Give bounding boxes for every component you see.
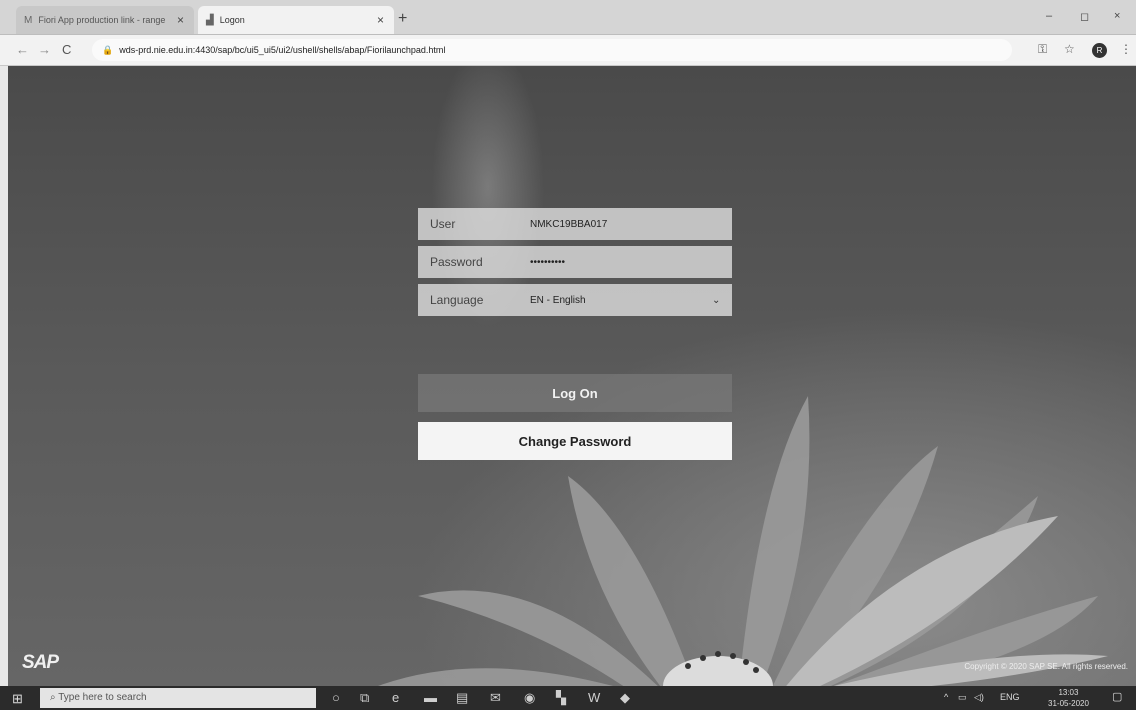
gmail-icon: M xyxy=(24,14,33,26)
key-icon[interactable]: ⚿ xyxy=(1038,42,1047,57)
sap-logo: SAP xyxy=(22,652,59,673)
speaker-icon[interactable]: ◁) xyxy=(974,692,984,703)
search-placeholder: Type here to search xyxy=(58,692,147,703)
tab-label: Fiori App production link - range xyxy=(38,15,166,25)
copyright-text: Copyright © 2020 SAP SE. All rights rese… xyxy=(964,662,1128,671)
tab-fiori-app[interactable]: M Fiori App production link - range × xyxy=(16,6,194,34)
close-icon[interactable]: × xyxy=(177,13,184,27)
date-text: 31-05-2020 xyxy=(1048,699,1089,708)
chrome-icon[interactable]: ◉ xyxy=(524,690,535,706)
app-icon[interactable]: ◆ xyxy=(620,690,630,706)
time-text: 13:03 xyxy=(1058,688,1079,697)
language-value[interactable]: EN - English xyxy=(530,295,712,306)
star-icon[interactable]: ☆ xyxy=(1064,42,1075,56)
edge-icon[interactable]: e xyxy=(392,690,399,705)
store-icon[interactable]: ▤ xyxy=(456,690,468,706)
new-tab-button[interactable]: + xyxy=(398,10,407,28)
password-label: Password xyxy=(430,255,483,269)
taskbar-search-input[interactable]: ⌕ Type here to search xyxy=(40,688,316,708)
maximize-button[interactable]: ◻ xyxy=(1080,10,1089,23)
user-label: User xyxy=(430,217,456,231)
close-icon[interactable]: × xyxy=(377,13,384,27)
address-bar[interactable]: 🔒 wds-prd.nie.edu.in:4430/sap/bc/ui5_ui5/… xyxy=(92,39,1012,61)
user-input[interactable]: NMKC19BBA017 xyxy=(530,219,732,230)
mail-icon[interactable]: ✉ xyxy=(490,690,501,706)
logon-page: User NMKC19BBA017 Password •••••••••• La… xyxy=(8,66,1136,686)
tab-label: Logon xyxy=(219,15,245,25)
close-window-button[interactable]: × xyxy=(1114,10,1120,22)
notification-icon[interactable]: ▢ xyxy=(1112,690,1122,703)
word-icon[interactable]: W xyxy=(588,690,600,705)
password-input[interactable]: •••••••••• xyxy=(530,257,732,268)
back-icon[interactable]: ← xyxy=(16,42,29,57)
flower-background-image xyxy=(378,396,1108,686)
tab-logon[interactable]: ▟ Logon × xyxy=(198,6,394,34)
browser-tab-strip: M Fiori App production link - range × ▟ … xyxy=(0,0,1136,35)
reload-icon[interactable]: C xyxy=(62,42,71,57)
language-indicator[interactable]: ENG xyxy=(1000,692,1020,702)
address-bar-row: ← → C 🔒 wds-prd.nie.edu.in:4430/sap/bc/ui… xyxy=(0,35,1136,66)
network-icon[interactable]: ▭ xyxy=(958,692,967,703)
chevron-up-icon[interactable]: ^ xyxy=(944,692,948,702)
task-view-icon[interactable]: ⧉ xyxy=(360,690,369,706)
chevron-down-icon[interactable]: ⌄ xyxy=(712,295,732,306)
clock[interactable]: 13:03 31-05-2020 xyxy=(1048,687,1089,709)
files-icon[interactable]: ▚ xyxy=(556,690,566,706)
forward-icon[interactable]: → xyxy=(38,42,51,57)
minimize-button[interactable]: – xyxy=(1046,10,1052,22)
log-on-button[interactable]: Log On xyxy=(418,374,732,412)
lock-icon: 🔒 xyxy=(102,45,114,55)
url-text: wds-prd.nie.edu.in:4430/sap/bc/ui5_ui5/u… xyxy=(119,45,446,55)
language-label: Language xyxy=(430,293,484,307)
cortana-icon[interactable]: ○ xyxy=(332,690,340,705)
user-field[interactable]: User NMKC19BBA017 xyxy=(418,208,732,240)
language-select[interactable]: Language EN - English ⌄ xyxy=(418,284,732,316)
file-explorer-icon[interactable]: ▬ xyxy=(424,690,437,705)
menu-icon[interactable]: ⋮ xyxy=(1120,42,1132,56)
windows-start-icon[interactable]: ⊞ xyxy=(12,691,23,707)
profile-avatar[interactable]: R xyxy=(1092,43,1107,58)
windows-taskbar: ⊞ ⌕ Type here to search ○ ⧉ e ▬ ▤ ✉ ◉ ▚ … xyxy=(0,686,1136,710)
change-password-button[interactable]: Change Password xyxy=(418,422,732,460)
password-field[interactable]: Password •••••••••• xyxy=(418,246,732,278)
sap-favicon-icon: ▟ xyxy=(206,14,214,26)
search-icon: ⌕ xyxy=(50,692,59,703)
